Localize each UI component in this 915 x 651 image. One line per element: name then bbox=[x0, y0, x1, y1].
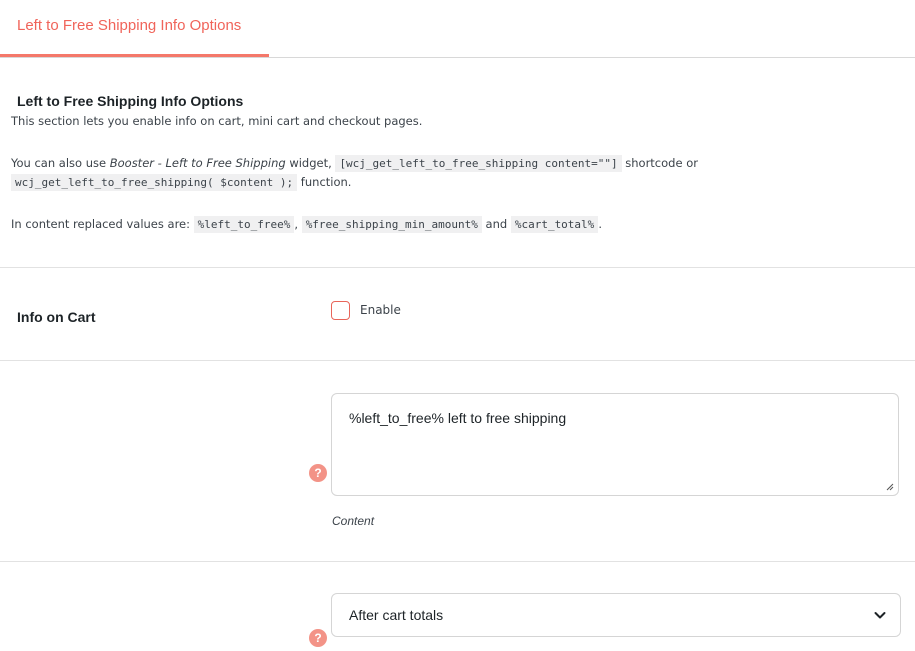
section-title: Left to Free Shipping Info Options bbox=[17, 93, 244, 109]
left-to-free-code: %left_to_free% bbox=[193, 216, 295, 233]
replaced-text-4: . bbox=[598, 217, 602, 231]
cart-total-code: %cart_total% bbox=[510, 216, 599, 233]
free-shipping-min-amount-code: %free_shipping_min_amount% bbox=[301, 216, 482, 233]
usage-paragraph: You can also use Booster - Left to Free … bbox=[11, 154, 901, 192]
content-field-description: Content bbox=[332, 514, 375, 528]
usage-text-1: You can also use bbox=[11, 156, 110, 170]
function-code: wcj_get_left_to_free_shipping( $content … bbox=[11, 174, 298, 191]
question-mark-icon[interactable]: ? bbox=[309, 629, 327, 647]
tab-left-to-free-shipping-info-options[interactable]: Left to Free Shipping Info Options bbox=[0, 0, 269, 57]
replaced-text-3: and bbox=[481, 217, 511, 231]
info-on-cart-label: Info on Cart bbox=[17, 309, 96, 325]
section-description: This section lets you enable info on car… bbox=[11, 114, 423, 128]
replaced-text-2: , bbox=[294, 217, 302, 231]
tab-bar: Left to Free Shipping Info Options bbox=[0, 0, 915, 58]
divider bbox=[0, 267, 915, 268]
divider bbox=[0, 561, 915, 562]
enable-checkbox-label[interactable]: Enable bbox=[360, 303, 401, 317]
replaced-text-1: In content replaced values are: bbox=[11, 217, 194, 231]
resize-handle-icon[interactable] bbox=[886, 483, 894, 491]
replaced-values-paragraph: In content replaced values are: %left_to… bbox=[11, 215, 901, 234]
section-header: Left to Free Shipping Info Options This … bbox=[11, 93, 901, 130]
position-select[interactable]: After cart totals bbox=[331, 593, 901, 637]
position-select-value: After cart totals bbox=[349, 607, 444, 623]
question-mark-icon[interactable]: ? bbox=[309, 464, 327, 482]
widget-name: Booster - Left to Free Shipping bbox=[109, 156, 286, 170]
content-textarea[interactable]: %left_to_free% left to free shipping bbox=[331, 393, 899, 496]
enable-checkbox[interactable] bbox=[331, 301, 350, 320]
content-textarea-value: %left_to_free% left to free shipping bbox=[349, 410, 567, 426]
divider bbox=[0, 360, 915, 361]
chevron-down-icon bbox=[874, 612, 886, 619]
shortcode-code: [wcj_get_left_to_free_shipping content="… bbox=[335, 155, 622, 172]
usage-text-2: widget, bbox=[285, 156, 336, 170]
usage-text-4: function. bbox=[297, 175, 352, 189]
usage-text-3: shortcode or bbox=[621, 156, 698, 170]
